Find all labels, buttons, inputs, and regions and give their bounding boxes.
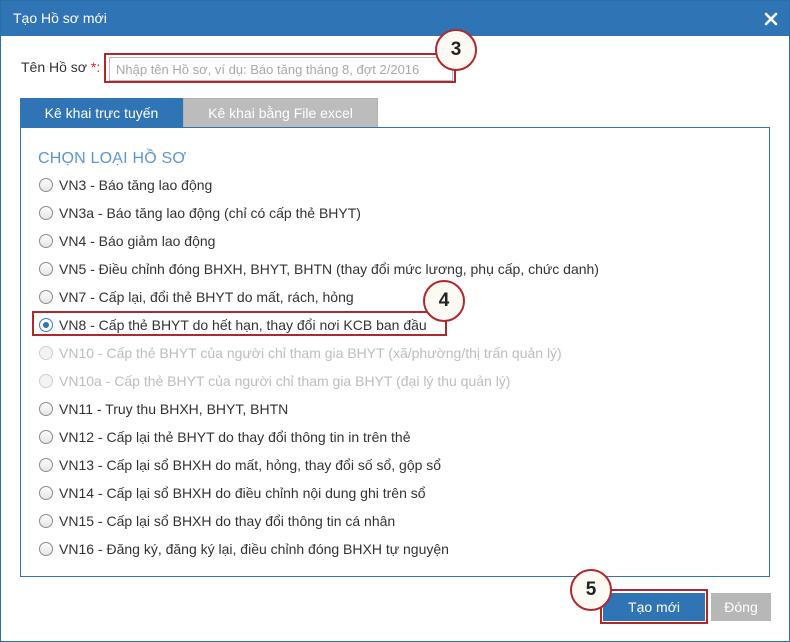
option-label: VN3 - Báo tăng lao động xyxy=(59,177,213,193)
option-label: VN5 - Điều chỉnh đóng BHXH, BHYT, BHTN (… xyxy=(59,261,599,277)
required-mark: *: xyxy=(90,59,101,75)
radio-button[interactable] xyxy=(39,458,53,472)
dialog-title: Tạo Hồ sơ mới xyxy=(13,10,107,26)
radio-button-selected[interactable] xyxy=(39,318,53,332)
option-label: VN7 - Cấp lại, đổi thẻ BHYT do mất, rách… xyxy=(59,289,354,305)
option-label: VN11 - Truy thu BHXH, BHYT, BHTN xyxy=(59,401,289,417)
name-field-label: Tên Hồ sơ *: xyxy=(21,59,100,75)
create-button[interactable]: Tạo mới xyxy=(603,593,705,621)
radio-button[interactable] xyxy=(39,262,53,276)
radio-button[interactable] xyxy=(39,234,53,248)
callout-step-4: 4 xyxy=(423,280,465,322)
tab-online-declaration[interactable]: Kê khai trực tuyến xyxy=(20,98,183,128)
option-label: VN13 - Cấp lại sổ BHXH do mất, hỏng, tha… xyxy=(59,457,442,473)
option-label: VN8 - Cấp thẻ BHYT do hết hạn, thay đổi … xyxy=(59,317,427,333)
radio-button[interactable] xyxy=(39,206,53,220)
radio-button[interactable] xyxy=(39,542,53,556)
option-label: VN15 - Cấp lại sổ BHXH do thay đổi thông… xyxy=(59,513,396,529)
option-label: VN16 - Đăng ký, đăng ký lại, điều chỉnh … xyxy=(59,541,449,557)
dialog-titlebar: Tạo Hồ sơ mới xyxy=(1,1,789,36)
radio-button-disabled xyxy=(39,346,53,360)
radio-button[interactable] xyxy=(39,486,53,500)
option-label: VN14 - Cấp lại sổ BHXH do điều chỉnh nội… xyxy=(59,485,426,501)
section-title: CHỌN LOẠI HỒ SƠ xyxy=(38,150,187,167)
option-label: VN10 - Cấp thẻ BHYT của người chỉ tham g… xyxy=(59,345,562,361)
tab-excel-declaration[interactable]: Kê khai bằng File excel xyxy=(183,98,378,128)
close-button[interactable]: Đóng xyxy=(711,593,771,621)
option-label: VN3a - Báo tăng lao động (chỉ có cấp thẻ… xyxy=(59,205,361,221)
option-label: VN12 - Cấp lại thẻ BHYT do thay đổi thôn… xyxy=(59,429,411,445)
create-dossier-dialog: Tạo Hồ sơ mới Tên Hồ sơ *: 3 Kê khai trự… xyxy=(0,0,790,642)
radio-button[interactable] xyxy=(39,514,53,528)
option-label: VN4 - Báo giảm lao động xyxy=(59,233,216,249)
name-label-text: Tên Hồ sơ xyxy=(21,59,87,75)
declaration-panel: CHỌN LOẠI HỒ SƠ VN3 - Báo tăng lao động … xyxy=(20,127,770,577)
close-icon[interactable] xyxy=(762,7,780,29)
radio-button[interactable] xyxy=(39,178,53,192)
callout-step-5: 5 xyxy=(570,569,612,611)
radio-button[interactable] xyxy=(39,290,53,304)
radio-button[interactable] xyxy=(39,430,53,444)
callout-step-3: 3 xyxy=(435,29,477,71)
radio-button[interactable] xyxy=(39,402,53,416)
option-label: VN10a - Cấp thẻ BHYT của người chỉ tham … xyxy=(59,373,511,389)
radio-button-disabled xyxy=(39,374,53,388)
dossier-name-input[interactable] xyxy=(109,57,453,81)
